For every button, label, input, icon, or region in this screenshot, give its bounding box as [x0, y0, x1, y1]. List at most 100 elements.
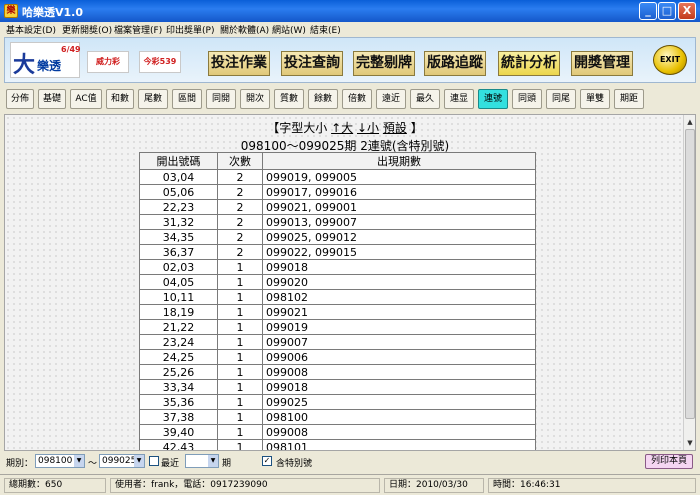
cell-count: 1	[217, 274, 263, 290]
chevron-down-icon[interactable]: ▼	[134, 455, 144, 467]
tab-draw-count[interactable]: 開次	[240, 89, 270, 109]
table-row: 02,03 1 099018	[139, 259, 536, 275]
col-count: 次數	[217, 152, 263, 170]
bet-operation-button[interactable]: 投注作業	[208, 51, 270, 76]
cell-numbers: 25,26	[139, 364, 218, 380]
cell-periods: 099025	[262, 394, 536, 410]
tab-interval[interactable]: 區間	[172, 89, 202, 109]
pattern-tracking-button[interactable]: 版路追蹤	[424, 51, 486, 76]
period-from-select[interactable]: 098100 ▼	[35, 454, 85, 468]
tab-basic[interactable]: 基礎	[38, 89, 66, 109]
tab-odd-even[interactable]: 單雙	[580, 89, 610, 109]
menu-update-draw[interactable]: 更新開獎(O)	[62, 23, 112, 36]
draw-management-button[interactable]: 開獎管理	[571, 51, 633, 76]
period-from-value: 098100	[38, 456, 73, 466]
full-exclusion-button[interactable]: 完整剔牌	[353, 51, 415, 76]
tab-sum[interactable]: 和數	[106, 89, 134, 109]
font-default-link[interactable]: 預設	[383, 121, 407, 135]
cell-periods: 099021, 099001	[262, 199, 536, 215]
logo-big-char: 大	[13, 53, 36, 78]
table-row: 34,35 2 099025, 099012	[139, 229, 536, 245]
tab-remainder[interactable]: 餘數	[308, 89, 338, 109]
tab-distance[interactable]: 遠近	[376, 89, 406, 109]
exit-button[interactable]: EXIT	[653, 45, 687, 75]
vertical-scrollbar[interactable]: ▲ ▼	[683, 115, 695, 450]
font-larger-link[interactable]: ↑大	[331, 121, 353, 135]
tab-longest[interactable]: 最久	[410, 89, 440, 109]
chevron-down-icon[interactable]: ▼	[74, 455, 84, 467]
font-smaller-link[interactable]: ↓小	[357, 121, 379, 135]
tab-distribution[interactable]: 分佈	[6, 89, 34, 109]
tab-multiple[interactable]: 倍數	[342, 89, 372, 109]
tab-period-gap[interactable]: 期距	[614, 89, 644, 109]
tab-same-draw[interactable]: 同開	[206, 89, 236, 109]
menu-basic-settings[interactable]: 基本設定(D)	[6, 23, 56, 36]
analysis-toolbar: 分佈 基礎 AC值 和數 尾數 區間 同開 開次 質數 餘數 倍數 遠近 最久 …	[4, 89, 696, 111]
tab-same-head[interactable]: 同頭	[512, 89, 542, 109]
cell-count: 1	[217, 364, 263, 380]
cell-periods: 099007	[262, 334, 536, 350]
tab-same-tail[interactable]: 同尾	[546, 89, 576, 109]
menu-exit[interactable]: 結束(E)	[310, 23, 341, 36]
cell-periods: 099017, 099016	[262, 184, 536, 200]
cell-periods: 098100	[262, 409, 536, 425]
report-panel: 8 【字型大小 ↑大 ↓小 預設 】 098100～099025期 2連號(含特…	[4, 114, 696, 451]
lotto-649-logo[interactable]: 大 樂透 6/49	[10, 42, 81, 78]
include-special-label: 含特別號	[276, 459, 313, 469]
cell-periods: 098102	[262, 289, 536, 305]
window-title: 哈樂透V1.0	[22, 6, 83, 19]
cell-periods: 099020	[262, 274, 536, 290]
tab-ac-value[interactable]: AC值	[70, 89, 102, 109]
tab-consecutive-numbers[interactable]: 連號	[478, 89, 508, 109]
cell-count: 1	[217, 439, 263, 450]
daily-539-logo[interactable]: 今彩539	[139, 51, 181, 73]
maximize-button[interactable]: □	[658, 2, 676, 20]
cell-count: 1	[217, 379, 263, 395]
tab-consecutive-show[interactable]: 連显	[444, 89, 474, 109]
cell-numbers: 02,03	[139, 259, 218, 275]
power-lottery-logo[interactable]: 威力彩	[87, 51, 129, 73]
consecutive-numbers-table: 開出號碼 次數 出現期數 03,04 2 099019, 099005 05,06 2 0…	[139, 152, 536, 450]
include-special-checkbox[interactable]: ✓	[262, 456, 272, 466]
cell-periods: 099019	[262, 319, 536, 335]
recent-label: 最近	[161, 459, 180, 469]
cell-count: 2	[217, 184, 263, 200]
scroll-thumb[interactable]	[685, 129, 695, 419]
cell-numbers: 21,22	[139, 319, 218, 335]
table-row: 25,26 1 099008	[139, 364, 536, 380]
menu-bar: 基本設定(D) 更新開獎(O) 檔案管理(F) 印出獎單(P) 關於軟體(A) …	[0, 22, 700, 36]
cell-periods: 099018	[262, 379, 536, 395]
table-row: 18,19 1 099021	[139, 304, 536, 320]
scroll-down-icon[interactable]: ▼	[685, 437, 695, 449]
recent-count-select[interactable]: ▼	[185, 454, 219, 468]
tab-tail-number[interactable]: 尾數	[138, 89, 168, 109]
cell-count: 1	[217, 289, 263, 305]
cell-count: 2	[217, 214, 263, 230]
cell-periods: 099019, 099005	[262, 169, 536, 185]
recent-checkbox[interactable]	[149, 456, 159, 466]
tab-prime[interactable]: 質數	[274, 89, 304, 109]
table-row: 24,25 1 099006	[139, 349, 536, 365]
close-button[interactable]: X	[678, 2, 696, 20]
cell-count: 1	[217, 334, 263, 350]
font-size-controls: 【字型大小 ↑大 ↓小 預設 】	[5, 119, 685, 136]
period-to-select[interactable]: 099025 ▼	[99, 454, 145, 468]
period-label: 期別：	[6, 459, 34, 469]
menu-website[interactable]: 網站(W)	[272, 23, 306, 36]
chevron-down-icon[interactable]: ▼	[208, 455, 218, 467]
cell-numbers: 04,05	[139, 274, 218, 290]
cell-numbers: 03,04	[139, 169, 218, 185]
print-page-button[interactable]: 列印本頁	[645, 454, 693, 469]
menu-print-ticket[interactable]: 印出獎單(P)	[166, 23, 214, 36]
cell-periods: 099021	[262, 304, 536, 320]
scroll-up-icon[interactable]: ▲	[685, 116, 695, 128]
menu-about[interactable]: 關於軟體(A)	[220, 23, 269, 36]
minimize-button[interactable]: _	[639, 2, 657, 20]
status-bar: 總期數：650 使用者：frank，電話：0917239090 日期：2010/…	[0, 474, 700, 495]
menu-file-management[interactable]: 檔案管理(F)	[114, 23, 162, 36]
bet-query-button[interactable]: 投注查詢	[281, 51, 343, 76]
table-row: 03,04 2 099019, 099005	[139, 169, 536, 185]
col-periods: 出現期數	[262, 152, 536, 170]
cell-periods: 099018	[262, 259, 536, 275]
statistics-analysis-button[interactable]: 統計分析	[498, 51, 560, 76]
